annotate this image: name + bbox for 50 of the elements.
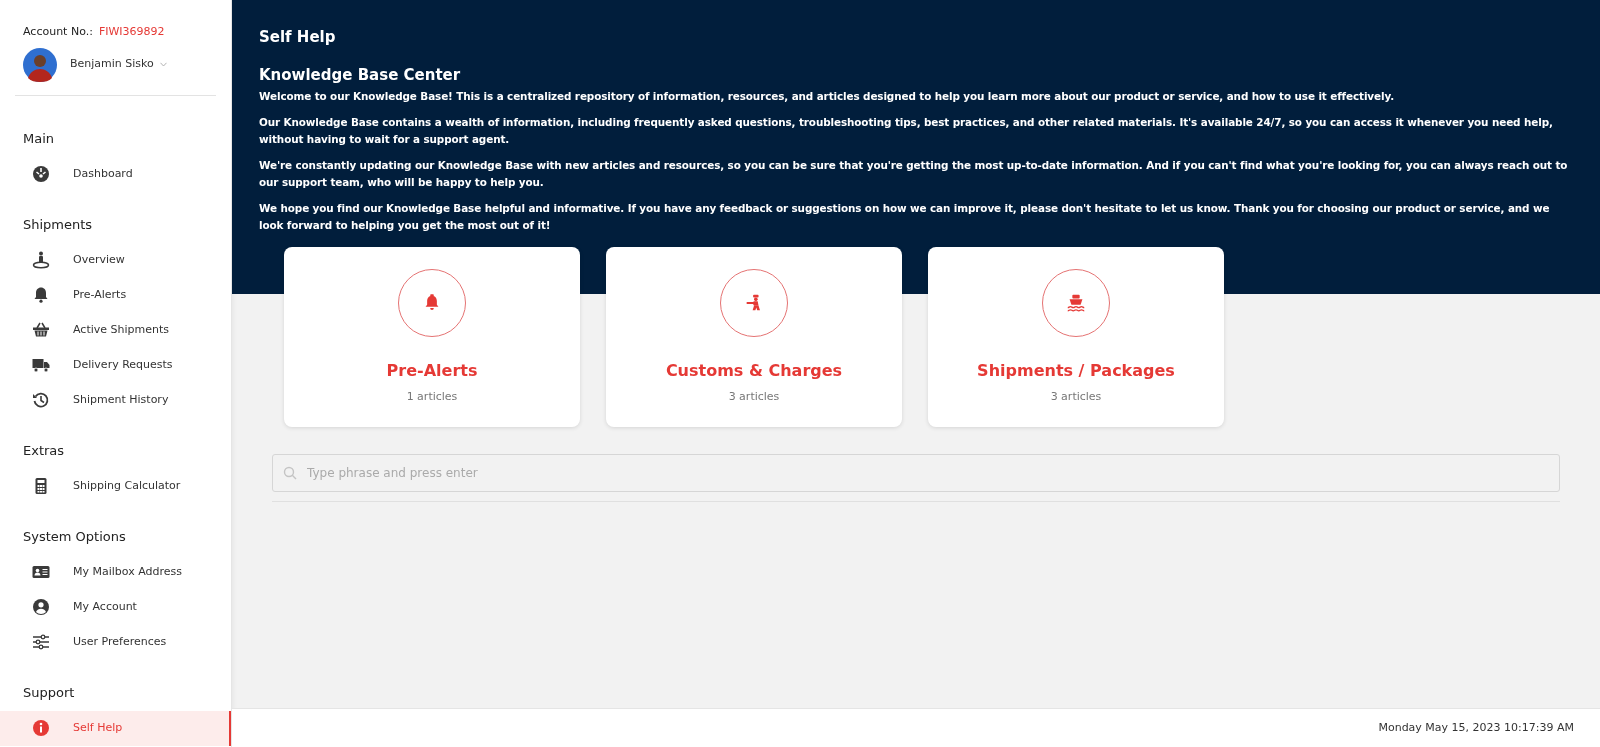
category-card[interactable]: Pre-Alerts 1 articles <box>284 247 580 427</box>
account-label: Account No.: <box>23 24 93 40</box>
paragraph: We hope you find our Knowledge Base helpful and informative. If you have any feedback or suggestions on how we can improve it, please don't hesitate to let us know. Thank you for choosing our product or service, and we look forward to helping you get the most out of it! <box>259 201 1551 233</box>
paragraph: We're constantly updating our Knowledge Base with new articles and resources, so you can be sure that you're getting the most up-to-date information. And if you can't find what you're looking for, you can always reach out to our support team, who will be happy to help you. <box>259 158 1569 190</box>
sidebar-item[interactable]: Overview <box>0 242 231 278</box>
section-title: Knowledge Base Center <box>259 64 462 86</box>
sidebar-item[interactable]: Delivery Requests <box>0 347 231 383</box>
article-count: 1 articles <box>406 389 458 405</box>
account-number: FIWI369892 <box>98 24 165 40</box>
sidebar-item[interactable]: Pre-Alerts <box>0 277 231 313</box>
truck-icon <box>32 356 50 374</box>
bell-icon <box>32 286 50 304</box>
category-card[interactable]: Shipments / Packages 3 articles <box>928 247 1224 427</box>
section-heading: System Options <box>22 528 127 547</box>
gauge-icon <box>32 165 50 183</box>
person-pin-icon <box>32 251 50 269</box>
date-time-text: Monday May 15, 2023 10:17:39 AM <box>1378 719 1574 736</box>
calculator-icon <box>32 477 50 495</box>
category-card[interactable]: Customs & Charges 3 articles <box>606 247 902 427</box>
avatar <box>23 47 57 82</box>
info-icon <box>32 719 50 737</box>
card-title: Pre-Alerts <box>386 360 478 382</box>
sidebar-item[interactable]: Active Shipments <box>0 312 231 348</box>
sliders-icon <box>32 633 50 651</box>
user-circle-icon <box>32 598 50 616</box>
sidebar-item[interactable]: My Account <box>0 589 231 625</box>
section-heading: Shipments <box>22 216 94 235</box>
sidebar-item[interactable]: Shipping Calculator <box>0 468 231 504</box>
basket-icon <box>32 321 50 339</box>
page-title: Self Help <box>259 27 337 48</box>
section-heading: Support <box>22 684 76 703</box>
caret-icon <box>159 62 167 67</box>
sidebar-item[interactable]: My Mailbox Address <box>0 554 231 590</box>
card-title: Shipments / Packages <box>977 360 1175 382</box>
search-field[interactable]: Type phrase and press enter <box>272 454 1560 492</box>
section-heading: Extras <box>22 442 66 461</box>
sidebar-item[interactable]: Self Help <box>0 710 231 746</box>
card-title: Customs & Charges <box>665 360 843 382</box>
paragraph: Our Knowledge Base contains a wealth of information, including frequently asked questions, troubleshooting tips, best practices, and other related materials. It's available 24/7, so you can access it whenever you need help, without having to wait for a support agent. <box>259 115 1554 147</box>
user-menu-button[interactable]: Benjamin Sisko <box>70 56 167 73</box>
paragraph: Welcome to our Knowledge Base! This is a centralized repository of information, resources, and articles designed to help you learn more about our product or service, and how to use it effectively. <box>259 89 1395 104</box>
section-heading: Main <box>22 130 56 149</box>
sidebar-item[interactable]: Shipment History <box>0 382 231 418</box>
search-icon <box>283 466 297 480</box>
history-icon <box>32 391 50 409</box>
article-count: 3 articles <box>728 389 780 405</box>
article-count: 3 articles <box>1050 389 1102 405</box>
sidebar-item[interactable]: Dashboard <box>0 156 231 192</box>
id-card-icon <box>32 563 50 581</box>
sidebar-item[interactable]: User Preferences <box>0 624 231 660</box>
